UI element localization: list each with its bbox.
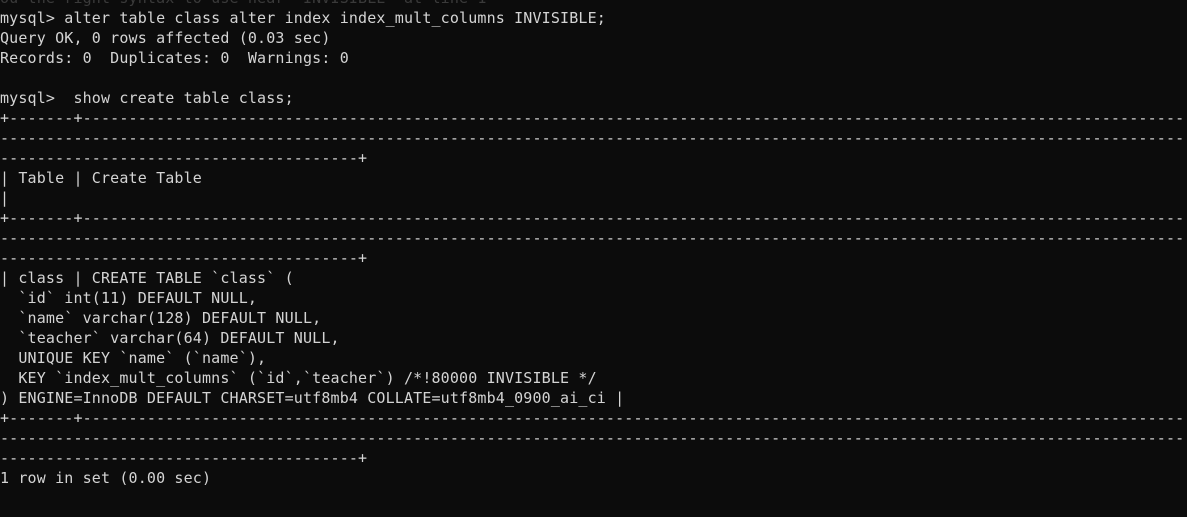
command-line-alter-index: mysql> alter table class alter index ind… xyxy=(0,9,606,27)
table-data-row-line-7: ) ENGINE=InnoDB DEFAULT CHARSET=utf8mb4 … xyxy=(0,389,625,407)
table-separator-top: +-------+-------------------------------… xyxy=(0,109,1185,167)
table-data-row-line-5: UNIQUE KEY `name` (`name`), xyxy=(0,349,267,367)
table-data-row-line-1: | class | CREATE TABLE `class` ( xyxy=(0,269,294,287)
blank-line-end xyxy=(0,488,1187,508)
table-separator-bottom: +-------+-------------------------------… xyxy=(0,409,1185,467)
table-data-row-line-2: `id` int(11) DEFAULT NULL, xyxy=(0,289,258,307)
table-header-row: | Table | Create Table | xyxy=(0,169,202,207)
table-separator-middle: +-------+-------------------------------… xyxy=(0,209,1185,267)
command-line-show-create-table: mysql> show create table class; xyxy=(0,89,294,107)
clipped-previous-output-line: ou the right syntax to use near 'INVISIB… xyxy=(0,0,1187,8)
table-data-row-line-4: `teacher` varchar(64) DEFAULT NULL, xyxy=(0,329,340,347)
status-rows-in-set: 1 row in set (0.00 sec) xyxy=(0,469,212,487)
table-data-row-line-3: `name` varchar(128) DEFAULT NULL, xyxy=(0,309,322,327)
status-query-ok: Query OK, 0 rows affected (0.03 sec) xyxy=(0,29,331,47)
terminal-screen[interactable]: ou the right syntax to use near 'INVISIB… xyxy=(0,0,1187,508)
terminal-window[interactable]: ou the right syntax to use near 'INVISIB… xyxy=(0,0,1187,517)
table-data-row-line-6: KEY `index_mult_columns` (`id`,`teacher`… xyxy=(0,369,597,387)
status-records-duplicates-warnings: Records: 0 Duplicates: 0 Warnings: 0 xyxy=(0,49,349,67)
